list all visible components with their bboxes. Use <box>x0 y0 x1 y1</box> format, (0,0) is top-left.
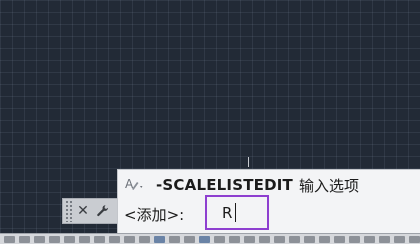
status-button[interactable] <box>19 235 30 243</box>
status-button[interactable] <box>244 235 255 243</box>
command-input-highlight[interactable] <box>205 195 269 230</box>
close-icon[interactable]: ✕ <box>73 201 93 221</box>
status-button[interactable] <box>4 235 15 243</box>
status-button[interactable] <box>334 235 345 243</box>
status-button[interactable] <box>229 235 240 243</box>
status-button[interactable] <box>109 235 120 243</box>
status-button[interactable] <box>184 235 195 243</box>
status-button[interactable] <box>139 235 150 243</box>
status-button[interactable] <box>364 235 375 243</box>
text-caret <box>235 203 236 222</box>
status-button[interactable] <box>409 235 420 243</box>
command-prompt: <添加>: <box>124 205 185 224</box>
command-history-line: A -SCALELISTEDIT 输入选项 <box>124 174 359 196</box>
command-input-value[interactable]: R <box>222 204 232 222</box>
status-button[interactable] <box>304 235 315 243</box>
status-button[interactable] <box>394 235 405 243</box>
status-button[interactable] <box>319 235 330 243</box>
status-button[interactable] <box>34 235 45 243</box>
command-prompt-line: <添加>: <box>124 202 184 226</box>
status-button[interactable] <box>94 235 105 243</box>
status-button[interactable] <box>259 235 270 243</box>
text-style-icon: A <box>124 176 146 194</box>
status-button[interactable] <box>199 235 210 243</box>
command-line-toolbar: ✕ <box>62 198 118 224</box>
status-button[interactable] <box>124 235 135 243</box>
status-button[interactable] <box>349 235 360 243</box>
command-line-panel[interactable]: A -SCALELISTEDIT 输入选项 <添加>: R <box>117 169 420 233</box>
status-button[interactable] <box>79 235 90 243</box>
status-button[interactable] <box>154 235 165 243</box>
status-button[interactable] <box>214 235 225 243</box>
command-description: 输入选项 <box>298 176 359 195</box>
status-button[interactable] <box>274 235 285 243</box>
status-button[interactable] <box>379 235 390 243</box>
status-bar <box>0 233 420 244</box>
status-button[interactable] <box>49 235 60 243</box>
crosshair-cursor <box>248 157 249 167</box>
status-button[interactable] <box>289 235 300 243</box>
status-button[interactable] <box>169 235 180 243</box>
status-button[interactable] <box>64 235 75 243</box>
grip-handle[interactable] <box>65 200 73 222</box>
command-name: -SCALELISTEDIT <box>156 176 293 194</box>
wrench-icon[interactable] <box>93 201 113 221</box>
